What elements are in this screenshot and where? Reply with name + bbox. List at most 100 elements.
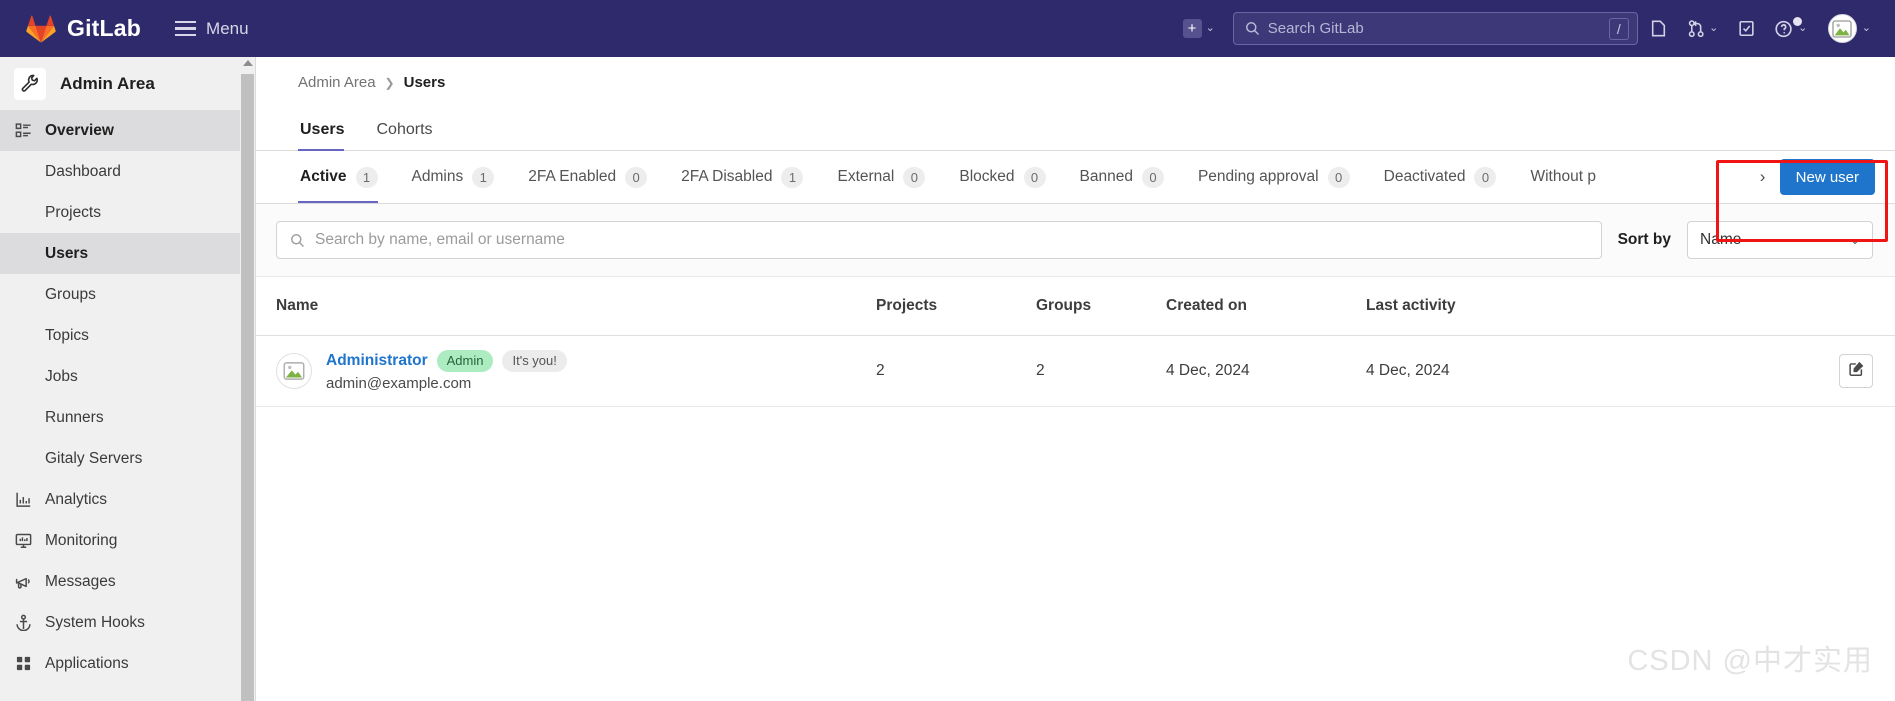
scrollbar-thumb[interactable] [241, 74, 254, 701]
user-menu-button[interactable]: ⌄ [1827, 14, 1871, 43]
filter-tab-label: Admins [411, 168, 464, 185]
avatar [276, 352, 312, 389]
chevron-down-icon: ⌄ [1849, 233, 1860, 247]
user-name-link[interactable]: Administrator [326, 352, 428, 370]
filter-tab-label: Banned [1079, 168, 1133, 185]
scroll-up-arrow-icon[interactable] [242, 60, 253, 66]
filter-tab-banned[interactable]: Banned 0 [1063, 151, 1181, 203]
wrench-icon [14, 67, 46, 100]
sidebar-item-analytics[interactable]: Analytics [0, 479, 255, 520]
filter-tab-label: Active [300, 168, 347, 185]
sidebar-item-jobs[interactable]: Jobs [0, 356, 255, 397]
monitor-icon [14, 532, 32, 550]
chevron-down-icon: ⌄ [1861, 22, 1871, 34]
scroll-right-chevron-icon[interactable]: › [1750, 162, 1776, 192]
sidebar-item-label: Messages [45, 572, 116, 590]
filter-tab-count: 0 [1474, 166, 1497, 188]
sidebar-item-system-hooks[interactable]: System Hooks [0, 602, 255, 643]
users-table-head: Name Projects Groups Created on Last act… [256, 277, 1895, 336]
search-and-sort-bar: Search by name, email or username Sort b… [256, 204, 1895, 277]
users-table-body: Administrator Admin It's you! admin@exam… [256, 335, 1895, 407]
sort-by-label: Sort by [1617, 231, 1671, 248]
menu-button[interactable]: Menu [175, 19, 249, 39]
sidebar-item-dashboard[interactable]: Dashboard [0, 151, 255, 192]
filter-tab-deactivated[interactable]: Deactivated 0 [1367, 151, 1514, 203]
sidebar-item-applications[interactable]: Applications [0, 643, 255, 684]
sidebar-item-groups[interactable]: Groups [0, 274, 255, 315]
gitlab-tanuki-icon [26, 15, 56, 43]
filter-tab-external[interactable]: External 0 [820, 151, 942, 203]
table-row[interactable]: Administrator Admin It's you! admin@exam… [256, 335, 1895, 407]
create-new-dropdown[interactable]: + ⌄ [1182, 19, 1215, 38]
sidebar-item-projects[interactable]: Projects [0, 192, 255, 233]
sidebar-item-label: System Hooks [45, 613, 145, 631]
filter-tab-2fa-disabled[interactable]: 2FA Disabled 1 [664, 151, 820, 203]
sidebar-scrollbar[interactable] [240, 57, 255, 701]
breadcrumb-item-admin-area[interactable]: Admin Area [298, 74, 376, 91]
filter-tab-without-projects[interactable]: Without p [1513, 151, 1612, 203]
chevron-down-icon: ⌄ [1205, 22, 1215, 34]
sidebar-item-monitoring[interactable]: Monitoring [0, 520, 255, 561]
user-search-input[interactable]: Search by name, email or username [276, 221, 1602, 259]
tab-cohorts[interactable]: Cohorts [360, 121, 448, 150]
tab-users[interactable]: Users [298, 121, 360, 151]
filter-tab-blocked[interactable]: Blocked 0 [942, 151, 1062, 203]
csdn-watermark: CSDN @中才实用 [1627, 645, 1873, 677]
main-content: Admin Area ❯ Users Users Cohorts Active … [256, 57, 1895, 701]
filter-tab-count: 1 [472, 166, 495, 188]
filter-tab-active[interactable]: Active 1 [298, 151, 395, 203]
help-icon[interactable]: ⌄ [1768, 12, 1814, 46]
gitlab-logo-link[interactable]: GitLab [16, 15, 141, 43]
users-table: Name Projects Groups Created on Last act… [256, 277, 1895, 407]
filter-tab-pending-approval[interactable]: Pending approval 0 [1181, 151, 1367, 203]
filter-tab-count: 0 [903, 166, 926, 188]
sidebar-item-topics[interactable]: Topics [0, 315, 255, 356]
new-user-button[interactable]: New user [1779, 159, 1875, 195]
sidebar-item-overview[interactable]: Overview [0, 110, 255, 151]
sort-by-value: Name [1700, 231, 1742, 248]
merge-requests-icon[interactable]: ⌄ [1680, 12, 1726, 46]
global-search-box[interactable]: Search GitLab / [1232, 12, 1638, 45]
plus-square-icon[interactable]: + [1182, 19, 1202, 38]
filter-tab-2fa-enabled[interactable]: 2FA Enabled 0 [511, 151, 664, 203]
status-badge: It's you! [502, 350, 567, 372]
filter-tab-count: 0 [625, 166, 648, 188]
sidebar-item-label: Applications [45, 654, 129, 672]
breadcrumb-item-users[interactable]: Users [404, 74, 446, 91]
filter-tab-count: 0 [1327, 166, 1350, 188]
top-nav-right: + ⌄ Search GitLab / ⌄ ⌄ ⌄ [1182, 12, 1879, 46]
sidebar-item-runners[interactable]: Runners [0, 397, 255, 438]
edit-user-button[interactable] [1839, 353, 1873, 388]
search-placeholder: Search by name, email or username [315, 231, 565, 248]
filter-tab-admins[interactable]: Admins 1 [395, 151, 512, 203]
megaphone-icon [14, 573, 32, 591]
help-notification-dot [1792, 16, 1802, 26]
overview-icon [14, 122, 32, 140]
sidebar-item-gitaly-servers[interactable]: Gitaly Servers [0, 438, 255, 479]
sidebar-item-label: Gitaly Servers [45, 449, 143, 467]
status-badge: Admin [436, 350, 494, 372]
grid-icon [14, 655, 32, 673]
sidebar-context-title: Admin Area [60, 73, 155, 93]
sidebar-context-header[interactable]: Admin Area [0, 57, 255, 110]
avatar [1827, 14, 1857, 43]
todos-icon[interactable] [1730, 12, 1764, 46]
filter-tab-label: Pending approval [1197, 168, 1319, 185]
sidebar-item-label: Groups [45, 285, 96, 303]
search-shortcut-key: / [1608, 17, 1629, 40]
filter-tab-label: External [837, 168, 895, 185]
hamburger-icon [175, 20, 197, 37]
sidebar-item-messages[interactable]: Messages [0, 561, 255, 602]
page-tabs: Users Cohorts [256, 107, 1895, 151]
sidebar-item-label: Jobs [45, 367, 78, 385]
filter-tab-label: Without p [1530, 168, 1596, 185]
sidebar-item-users[interactable]: Users [0, 233, 255, 274]
cell-projects: 2 [876, 335, 1036, 407]
sort-by-dropdown[interactable]: Name ⌄ [1687, 221, 1873, 259]
filter-tab-label: Blocked [959, 168, 1015, 185]
sidebar-item-label: Topics [45, 326, 89, 344]
cell-actions [1626, 335, 1895, 407]
issues-icon[interactable] [1642, 12, 1676, 46]
chevron-down-icon: ⌄ [1709, 22, 1719, 34]
search-input[interactable]: Search GitLab [1268, 20, 1609, 37]
